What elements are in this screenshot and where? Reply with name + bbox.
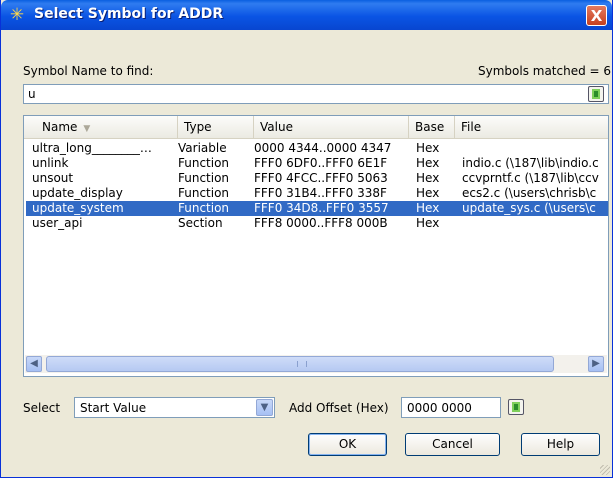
cell-value: FFF0 34D8..FFF0 3557 xyxy=(254,201,389,215)
column-header-file[interactable]: File xyxy=(455,116,608,138)
cell-base: Hex xyxy=(416,141,440,155)
cell-file: ccvprntf.c (\187\lib\ccv xyxy=(462,171,599,185)
select-value: Start Value xyxy=(80,401,147,415)
scroll-left-icon[interactable]: ◀ xyxy=(26,356,42,372)
cell-base: Hex xyxy=(416,171,440,185)
cell-value: 0000 4344..0000 4347 xyxy=(254,141,392,155)
symbols-matched-count: Symbols matched = 6 xyxy=(478,64,612,78)
resize-grip-icon[interactable] xyxy=(600,465,610,475)
cell-name: update_display xyxy=(32,186,123,200)
grip-icon xyxy=(297,361,307,367)
cell-name: update_system xyxy=(32,201,124,215)
table-row[interactable]: ultra_long________… Variable 0000 4344..00… xyxy=(26,141,608,156)
symbol-name-label: Symbol Name to find: xyxy=(23,64,154,78)
column-header-value[interactable]: Value xyxy=(254,116,409,138)
cell-value: FFF0 4FCC..FFF0 5063 xyxy=(254,171,388,185)
symbol-list[interactable]: Name ▼ Type Value Base File ultra_long___… xyxy=(23,115,609,377)
table-row[interactable]: user_api Section FFF8 0000..FFF8 000B Hex xyxy=(26,216,608,231)
help-button[interactable]: Help xyxy=(521,433,600,456)
horizontal-scrollbar[interactable]: ◀ ▶ xyxy=(25,355,607,373)
table-row[interactable]: update_display Function FFF0 31B4..FFF0 33… xyxy=(26,186,608,201)
asterisk-symbol-icon: ✳ xyxy=(9,5,25,25)
table-row[interactable]: unsout Function FFF0 4FCC..FFF0 5063 Hex ccv… xyxy=(26,171,608,186)
cell-type: Function xyxy=(178,201,230,215)
ok-button[interactable]: OK xyxy=(308,433,387,456)
select-symbol-dialog: ✳ Select Symbol for ADDR X Symbol Name t… xyxy=(0,0,613,478)
column-header-name[interactable]: Name ▼ xyxy=(24,116,178,138)
cell-base: Hex xyxy=(416,186,440,200)
select-dropdown[interactable]: Start Value ▼ xyxy=(74,397,275,418)
column-header-base[interactable]: Base xyxy=(409,116,455,138)
cell-file: update_sys.c (\users\c xyxy=(462,201,596,215)
cell-value: FFF0 6DF0..FFF0 6E1F xyxy=(254,156,388,170)
dialog-title: Select Symbol for ADDR xyxy=(34,6,224,22)
cell-value: FFF8 0000..FFF8 000B xyxy=(254,216,388,230)
cell-name: unlink xyxy=(32,156,69,170)
cell-type: Function xyxy=(178,156,230,170)
column-header-type[interactable]: Type xyxy=(178,116,254,138)
calculator-icon[interactable] xyxy=(508,399,524,415)
close-button[interactable]: X xyxy=(586,5,607,26)
cell-value: FFF0 31B4..FFF0 338F xyxy=(254,186,387,200)
cell-type: Function xyxy=(178,171,230,185)
offset-value: 0000 0000 xyxy=(407,401,472,415)
chevron-down-icon[interactable]: ▼ xyxy=(256,399,273,416)
scroll-right-icon[interactable]: ▶ xyxy=(588,356,604,372)
offset-input[interactable]: 0000 0000 xyxy=(401,397,501,418)
cell-type: Variable xyxy=(178,141,227,155)
cell-file: ecs2.c (\users\chrisb\c xyxy=(462,186,597,200)
cell-type: Function xyxy=(178,186,230,200)
cell-type: Section xyxy=(178,216,223,230)
cell-name: user_api xyxy=(32,216,83,230)
cell-file: indio.c (\187\lib\indio.c xyxy=(462,156,599,170)
title-bar[interactable]: ✳ Select Symbol for ADDR X xyxy=(1,0,612,30)
search-value: u xyxy=(28,87,36,101)
cell-name: unsout xyxy=(32,171,74,185)
table-row[interactable]: unlink Function FFF0 6DF0..FFF0 6E1F Hex ind… xyxy=(26,156,608,171)
list-header: Name ▼ Type Value Base File xyxy=(24,116,608,139)
symbol-search-input[interactable]: u xyxy=(23,84,609,104)
cell-name: ultra_long________… xyxy=(32,141,152,155)
cancel-button[interactable]: Cancel xyxy=(405,433,500,456)
cell-base: Hex xyxy=(416,201,440,215)
cell-base: Hex xyxy=(416,216,440,230)
cell-base: Hex xyxy=(416,156,440,170)
scrollbar-thumb[interactable] xyxy=(46,356,554,372)
calculator-icon[interactable] xyxy=(588,86,604,102)
select-label: Select xyxy=(23,401,61,415)
table-row[interactable]: update_system Function FFF0 34D8..FFF0 355… xyxy=(26,201,608,216)
sort-down-icon: ▼ xyxy=(83,124,91,134)
add-offset-label: Add Offset (Hex) xyxy=(289,401,389,415)
